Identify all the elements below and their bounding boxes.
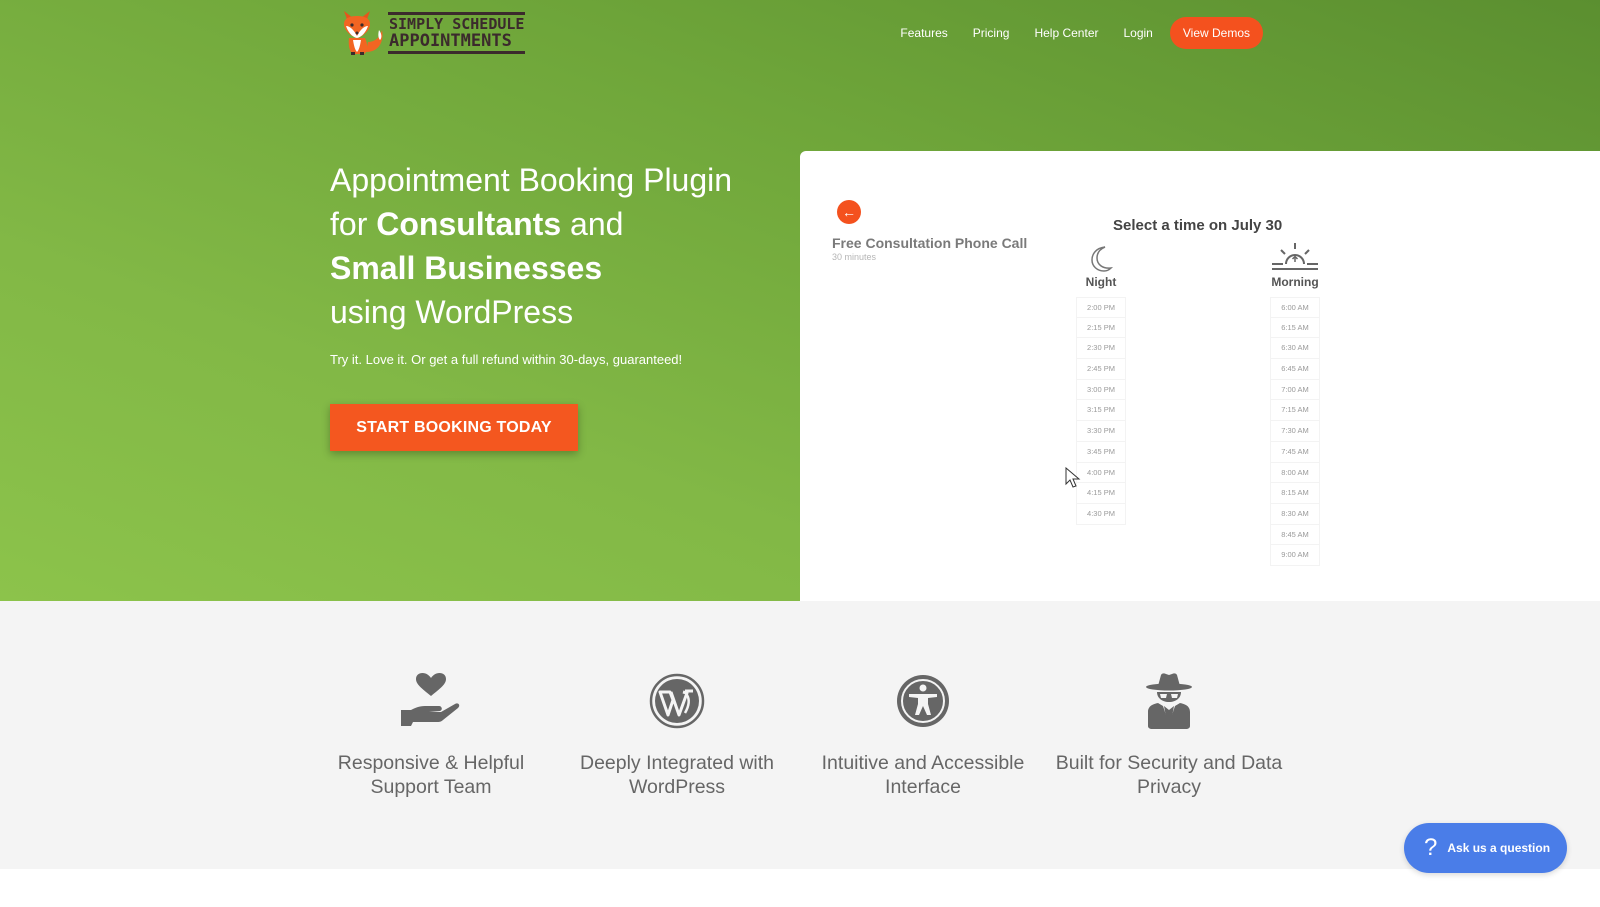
ask-question-button[interactable]: ? Ask us a question [1404,823,1567,873]
moon-icon [1091,246,1114,272]
time-slot[interactable]: 3:15 PM [1076,400,1126,422]
logo-line-2: APPOINTMENTS [389,31,512,51]
view-demos-button[interactable]: View Demos [1169,17,1263,49]
time-slot[interactable]: 3:30 PM [1076,421,1126,442]
feature-text: Intuitive and Accessible Interface [821,752,1025,798]
time-slot[interactable]: 4:15 PM [1076,483,1126,504]
time-slot[interactable]: 2:45 PM [1076,359,1126,380]
time-slot[interactable]: 8:30 AM [1270,503,1320,525]
time-slot[interactable]: 7:00 AM [1270,379,1320,401]
time-slot[interactable]: 8:45 AM [1270,524,1320,546]
feature-support: Responsive & Helpful Support Team [311,671,551,799]
service-duration: 30 minutes [832,252,877,262]
logo-wordmark: SIMPLY SCHEDULE APPOINTMENTS [388,12,526,54]
question-icon: ? [1424,834,1438,861]
hero-subtext: Try it. Love it. Or get a full refund wi… [330,352,683,367]
feature-text: Responsive & Helpful Support Team [337,752,525,798]
feature-wordpress: Deeply Integrated with WordPress [557,671,797,799]
headline-consultants: Consultants [376,206,562,242]
time-slot[interactable]: 4:30 PM [1076,503,1126,525]
headline-line-2-post: and [561,206,624,242]
morning-column: Morning 6:00 AM 6:15 AM 6:30 AM 6:45 AM 7:00… [1265,243,1325,566]
nav-help-center[interactable]: Help Center [1034,26,1098,40]
morning-slot-list: 6:00 AM 6:15 AM 6:30 AM 6:45 AM 7:00 AM 7:15 … [1265,297,1325,566]
hand-heart-icon [401,673,460,726]
nav-login[interactable]: Login [1123,26,1152,40]
feature-text: Deeply Integrated with WordPress [579,752,775,798]
booking-demo-panel: ← Free Consultation Phone Call 30 minute… [800,151,1600,601]
user-secret-icon [1146,673,1192,729]
fox-logo-icon [344,11,383,55]
features-section: Responsive & Helpful Support Team Deeply… [0,601,1600,869]
headline-small-businesses: Small Businesses [330,250,603,286]
night-slot-list: 2:00 PM 2:15 PM 2:30 PM 2:45 PM 3:00 PM 3:15 … [1071,297,1131,525]
time-slot[interactable]: 7:30 AM [1270,421,1320,442]
time-slot[interactable]: 2:30 PM [1076,338,1126,360]
ask-question-label: Ask us a question [1447,841,1551,855]
select-time-title: Select a time on July 30 [1113,217,1283,234]
feature-accessible: Intuitive and Accessible Interface [803,671,1043,799]
morning-label: Morning [1271,275,1319,289]
headline-line-1: Appointment Booking Plugin [330,162,733,198]
service-title: Free Consultation Phone Call [832,235,1028,251]
time-slot[interactable]: 6:00 AM [1270,297,1320,318]
time-slot[interactable]: 8:00 AM [1270,462,1320,484]
time-slot[interactable]: 8:15 AM [1270,483,1320,504]
time-slot[interactable]: 4:00 PM [1076,462,1126,484]
time-slot[interactable]: 7:45 AM [1270,441,1320,463]
start-booking-button[interactable]: START BOOKING TODAY [330,404,578,451]
time-slot[interactable]: 6:45 AM [1270,359,1320,380]
sunrise-icon [1272,243,1318,270]
hero-section: SIMPLY SCHEDULE APPOINTMENTS Features Pr… [0,0,1600,601]
time-slot[interactable]: 6:15 AM [1270,317,1320,339]
nav-pricing[interactable]: Pricing [973,26,1010,40]
hero-headline: Appointment Booking Plugin for Consultan… [330,158,770,334]
time-slot[interactable]: 2:00 PM [1076,297,1126,318]
time-slot[interactable]: 3:45 PM [1076,441,1126,463]
feature-text: Built for Security and Data Privacy [1055,752,1283,798]
arrow-left-icon: ← [842,204,856,220]
headline-line-2-pre: for [330,206,377,242]
time-slot[interactable]: 3:00 PM [1076,379,1126,401]
wordpress-icon [649,673,705,729]
main-nav: Features Pricing Help Center Login View … [875,17,1263,49]
back-button[interactable]: ← [837,200,861,224]
mouse-cursor-icon [1065,467,1081,488]
feature-security: Built for Security and Data Privacy [1049,671,1289,799]
time-slot[interactable]: 9:00 AM [1270,545,1320,566]
time-slot[interactable]: 7:15 AM [1270,400,1320,422]
headline-line-4: using WordPress [330,294,574,330]
nav-features[interactable]: Features [900,26,947,40]
time-slot[interactable]: 6:30 AM [1270,338,1320,360]
accessibility-icon [897,675,949,727]
logo[interactable]: SIMPLY SCHEDULE APPOINTMENTS [336,8,528,58]
time-slot[interactable]: 2:15 PM [1076,317,1126,339]
night-label: Night [1085,275,1117,289]
